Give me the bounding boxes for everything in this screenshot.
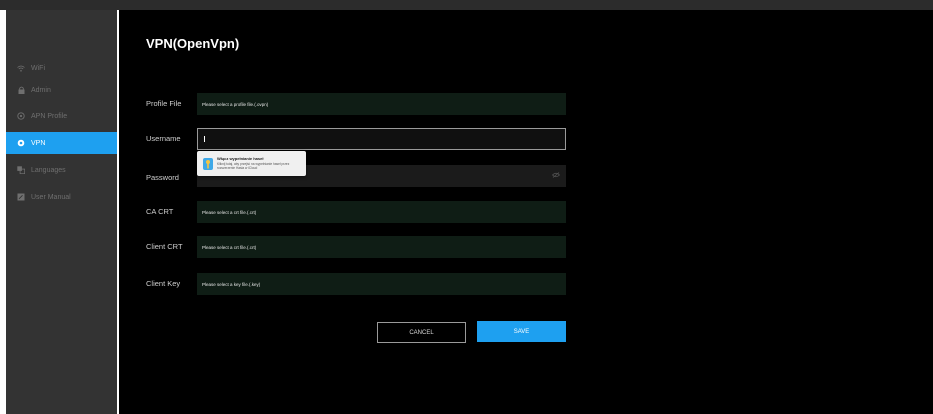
- sidebar-item-wifi[interactable]: WiFi: [6, 57, 117, 79]
- eye-off-icon[interactable]: [552, 172, 560, 179]
- sidebar-item-vpn[interactable]: VPN: [6, 132, 117, 154]
- client-crt-field[interactable]: Please select a crt file.(.crt): [197, 236, 566, 258]
- sidebar-item-label: VPN: [31, 139, 46, 147]
- top-bar: [0, 0, 933, 10]
- client-key-label: Client Key: [146, 279, 181, 288]
- lock-icon: [17, 86, 25, 94]
- client-key-field[interactable]: Please select a key file.(.key): [197, 273, 566, 295]
- ca-crt-field[interactable]: Please select a crt file.(.crt): [197, 201, 566, 223]
- sidebar-item-user-manual[interactable]: User Manual: [6, 186, 117, 208]
- client-key-value: Please select a key file.(.key): [202, 281, 261, 287]
- client-crt-label: Client CRT: [146, 242, 183, 251]
- profile-file-value: Please select a profile file.(.ovpn): [202, 101, 269, 107]
- sidebar-item-label: Admin: [31, 86, 51, 94]
- username-field[interactable]: [197, 128, 566, 150]
- vpn-icon: [17, 139, 25, 147]
- sidebar-item-label: User Manual: [31, 193, 71, 201]
- sidebar: WiFi Admin APN Profile VPN Languages Use…: [6, 10, 117, 414]
- languages-icon: [17, 166, 25, 174]
- profile-file-label: Profile File: [146, 99, 182, 108]
- username-label: Username: [146, 134, 181, 143]
- text-cursor: [204, 136, 205, 142]
- apn-icon: [17, 112, 25, 120]
- sidebar-item-label: APN Profile: [31, 112, 68, 120]
- popup-description: Kliknij tutaj, aby przejść na wypełniani…: [217, 162, 290, 170]
- cancel-button[interactable]: CANCEL: [377, 322, 466, 343]
- save-button[interactable]: SAVE: [477, 321, 566, 342]
- wifi-icon: [17, 64, 25, 72]
- sidebar-item-label: Languages: [31, 166, 66, 174]
- client-crt-value: Please select a crt file.(.crt): [202, 244, 257, 250]
- password-autofill-popup[interactable]: Włącz wypełnianie haseł Kliknij tutaj, a…: [197, 151, 306, 176]
- key-icon: [203, 157, 213, 170]
- sidebar-item-languages[interactable]: Languages: [6, 159, 117, 181]
- page-title: VPN(OpenVpn): [146, 36, 240, 51]
- profile-file-field[interactable]: Please select a profile file.(.ovpn): [197, 93, 566, 115]
- sidebar-item-apn-profile[interactable]: APN Profile: [6, 105, 117, 127]
- ca-crt-value: Please select a crt file.(.crt): [202, 209, 257, 215]
- manual-icon: [17, 193, 25, 201]
- sidebar-item-admin[interactable]: Admin: [6, 79, 117, 101]
- ca-crt-label: CA CRT: [146, 207, 174, 216]
- main-panel: VPN(OpenVpn) Profile File Please select …: [119, 10, 933, 414]
- password-label: Password: [146, 173, 179, 182]
- popup-title: Włącz wypełnianie haseł: [217, 156, 264, 161]
- sidebar-item-label: WiFi: [31, 64, 45, 72]
